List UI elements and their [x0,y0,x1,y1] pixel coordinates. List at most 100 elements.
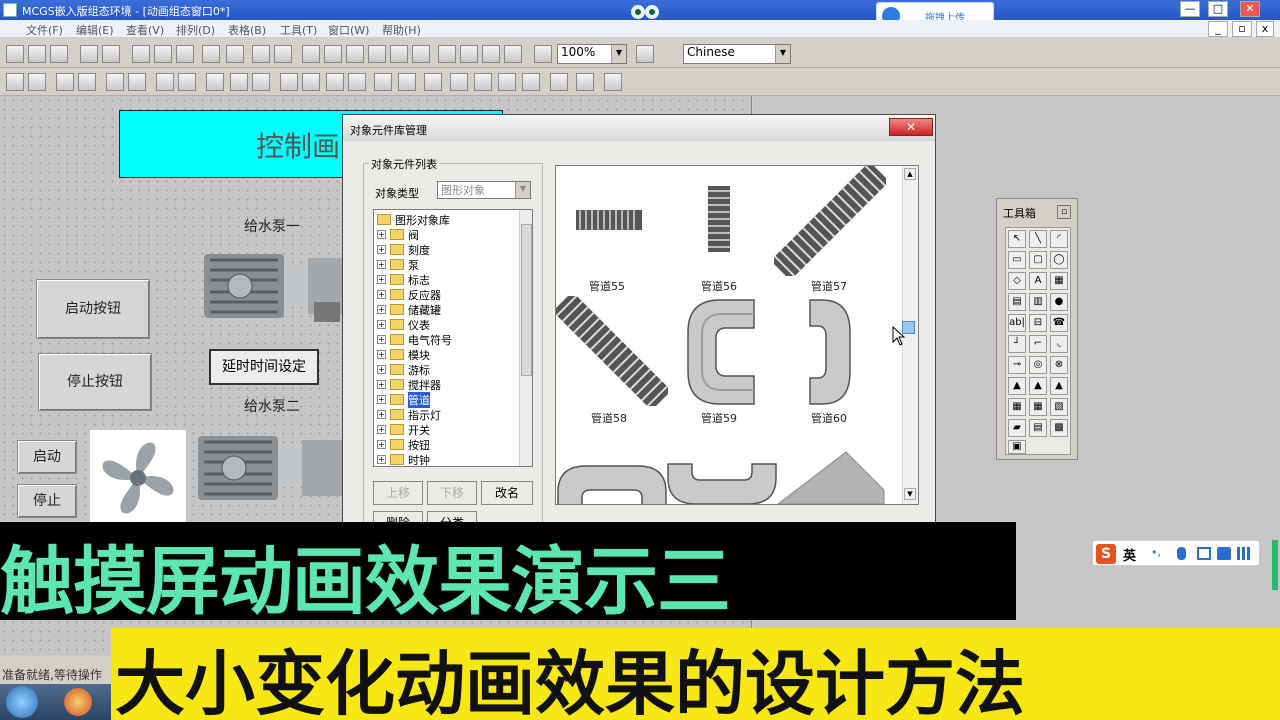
text-tool-icon[interactable]: A [1029,272,1047,290]
ungroup-icon[interactable] [346,45,364,63]
cut-icon[interactable] [132,45,150,63]
curve-tool-icon[interactable]: ◟ [1050,335,1068,353]
bitmap-tool-icon[interactable]: ▦ [1050,272,1068,290]
menu-edit[interactable]: 编辑(E) [76,22,114,38]
history-trend-tool-icon[interactable]: ▲ [1029,377,1047,395]
arc-tool-icon[interactable]: ◜ [1050,230,1068,248]
same-width-icon[interactable] [156,73,174,91]
fan-graphic[interactable] [90,430,186,526]
pipe-60-graphic[interactable] [808,298,852,406]
language-select[interactable]: Chinese ▼ [683,44,791,64]
drag-handle[interactable] [902,321,915,334]
preview-panel[interactable]: 管道55 管道56 管道57 管道58 管道59 管道60 ▲ ▼ [555,165,919,505]
table-tool-icon[interactable]: ▦ [1008,398,1026,416]
open-icon[interactable] [28,45,46,63]
center-h-icon[interactable] [280,73,298,91]
list-icon[interactable] [504,45,522,63]
check-icon[interactable] [482,45,500,63]
close-button[interactable]: ✕ [1240,1,1260,17]
dialog-close-button[interactable]: ✕ [889,118,933,136]
language-icon[interactable] [636,45,654,63]
report-tool-icon[interactable]: ▤ [1029,419,1047,437]
tree-item[interactable]: + 搅拌器 [374,377,519,392]
library-tool-icon[interactable]: ▤ [1008,293,1026,311]
storage-tool-icon[interactable]: ▧ [1050,398,1068,416]
space-h-icon[interactable] [230,73,248,91]
menu-arrange[interactable]: 排列(D) [176,22,215,38]
child-close-button[interactable]: x [1256,21,1274,37]
start-button[interactable]: 启动按钮 [36,279,150,339]
back-icon[interactable] [474,73,492,91]
taskbar-app-icon[interactable] [64,688,92,716]
unlock-icon[interactable] [424,73,442,91]
split-icon[interactable] [576,73,594,91]
tree-item[interactable]: + 泵 [374,257,519,272]
layer-icon[interactable] [302,45,320,63]
scroll-thumb[interactable] [521,224,532,376]
pump2-graphic[interactable] [194,428,344,508]
menu-help[interactable]: 帮助(H) [382,22,421,38]
forward-icon[interactable] [498,73,516,91]
tree-item[interactable]: + 模块 [374,347,519,362]
pipe-61-graphic[interactable] [556,462,668,505]
image-icon[interactable] [460,45,478,63]
ime-mode[interactable]: 英 [1123,545,1136,564]
copy-icon[interactable] [154,45,172,63]
backward-icon[interactable] [522,73,540,91]
flip-v-icon[interactable] [374,73,392,91]
microphone-icon[interactable] [1177,547,1186,560]
align-icon[interactable] [390,45,408,63]
align-middle-icon[interactable] [106,73,124,91]
same-height-icon[interactable] [178,73,196,91]
tree-item[interactable]: + 指示灯 [374,407,519,422]
pipe-tool-icon[interactable]: ┘ [1008,335,1026,353]
pointer-tool-icon[interactable]: ↖ [1008,230,1026,248]
start-menu-icon[interactable] [6,686,38,718]
align-right-icon[interactable] [56,73,74,91]
undo-icon[interactable] [202,45,220,63]
window-icon[interactable] [274,45,292,63]
pipe-55-graphic[interactable] [576,210,642,230]
align-bottom-icon[interactable] [128,73,146,91]
scroll-down-icon[interactable]: ▼ [904,488,916,500]
tools-icon[interactable] [252,45,270,63]
tree-scrollbar[interactable] [519,210,532,466]
child-minimize-button[interactable]: _ [1208,21,1228,37]
align-left-icon[interactable] [6,73,24,91]
indicator-tool-icon[interactable]: ● [1050,293,1068,311]
pipe-63-graphic[interactable] [776,450,886,505]
tree-root[interactable]: 图形对象库 [374,212,532,227]
rotate-icon[interactable] [326,73,344,91]
tree-item[interactable]: + 反应器 [374,287,519,302]
frame-tool-icon[interactable]: ▣ [1008,440,1026,454]
realtime-trend-tool-icon[interactable]: ▲ [1050,377,1068,395]
pipe-59-graphic[interactable] [686,298,756,406]
menu-view[interactable]: 查看(V) [126,22,164,38]
scroll-up-icon[interactable]: ▲ [904,168,916,180]
knob-tool-icon[interactable]: ⊗ [1050,356,1068,374]
ellipse-tool-icon[interactable]: ◯ [1050,251,1068,269]
move-down-button[interactable]: 下移 [427,481,477,505]
stop-button[interactable]: 停止按钮 [38,353,152,411]
tree-item[interactable]: + 时钟 [374,452,519,466]
menu-window[interactable]: 窗口(W) [328,22,369,38]
grid-tool-icon[interactable]: ▩ [1050,419,1068,437]
stepline-tool-icon[interactable]: ⌐ [1029,335,1047,353]
redo-icon[interactable] [226,45,244,63]
data-table-tool-icon[interactable]: ▦ [1029,398,1047,416]
grid-icon[interactable] [412,45,430,63]
tree-item[interactable]: + 按钮 [374,437,519,452]
preview-icon[interactable] [102,45,120,63]
menu-file[interactable]: 文件(F) [26,22,63,38]
slider-tool-icon[interactable]: ⊟ [1029,314,1047,332]
align-top-icon[interactable] [78,73,96,91]
stop-small-button[interactable]: 停止 [17,484,77,518]
tree-item[interactable]: + 游标 [374,362,519,377]
input-box-tool-icon[interactable]: ab| [1008,314,1026,332]
toolbox-close-icon[interactable]: ▫ [1057,205,1071,219]
start-small-button[interactable]: 启动 [17,440,77,474]
pipe-56-graphic[interactable] [708,186,730,252]
rounded-rect-tool-icon[interactable]: ▢ [1029,251,1047,269]
tree-item[interactable]: + 标志 [374,272,519,287]
maximize-button[interactable]: □ [1208,1,1228,17]
